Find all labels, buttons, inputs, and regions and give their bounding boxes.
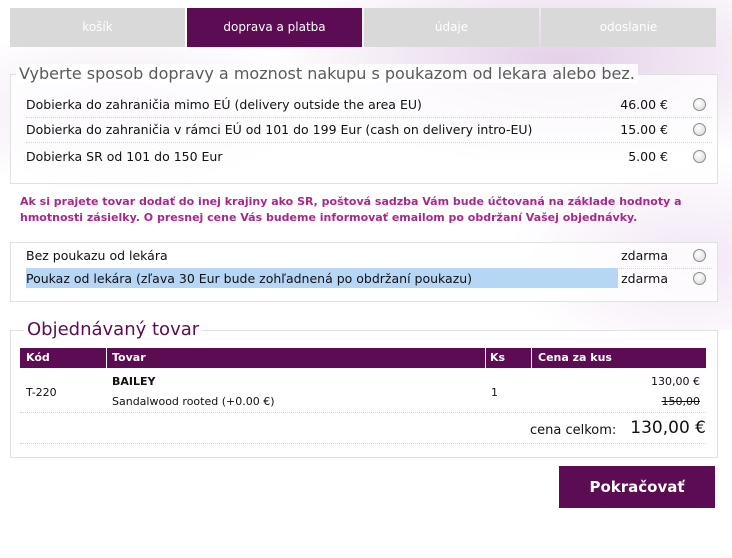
order-item-name: BAILEY: [112, 375, 156, 388]
order-row-divider: [20, 412, 706, 413]
shipping-option-price: 46.00 €: [620, 97, 668, 112]
total-value: 130,00 €: [630, 418, 706, 438]
voucher-option-label: Poukaz od lekára (zľava 30 Eur bude zohľ…: [26, 271, 473, 286]
tab-cart[interactable]: košík: [10, 8, 185, 47]
shipping-radio[interactable]: [693, 123, 706, 136]
shipping-radio[interactable]: [693, 150, 706, 163]
tab-details[interactable]: údaje: [364, 8, 539, 47]
continue-button[interactable]: Pokračovať: [559, 466, 715, 508]
column-header-qty: Ks: [490, 351, 506, 364]
shipping-option-label: Dobierka do zahraničia mimo EÚ (delivery…: [26, 97, 422, 112]
column-header-price: Cena za kus: [538, 351, 612, 364]
voucher-option-price: zdarma: [621, 271, 668, 286]
voucher-option-price: zdarma: [621, 248, 668, 263]
voucher-radio[interactable]: [693, 272, 706, 285]
order-item-variant: Sandalwood rooted (+0.00 €): [112, 395, 275, 408]
order-total-divider: [20, 443, 706, 444]
order-item-code: T-220: [26, 386, 57, 399]
shipping-option-label: Dobierka do zahraničia v rámci EÚ od 101…: [26, 122, 533, 137]
tab-send[interactable]: odoslanie: [541, 8, 716, 47]
voucher-radio[interactable]: [693, 249, 706, 262]
shipping-option-price: 5.00 €: [628, 149, 668, 164]
column-header-item: Tovar: [112, 351, 146, 364]
total-label: cena celkom:: [530, 423, 617, 438]
order-item-qty: 1: [491, 386, 498, 399]
shipping-option[interactable]: Dobierka do zahraničia mimo EÚ (delivery…: [26, 92, 712, 118]
shipping-option-price: 15.00 €: [620, 122, 668, 137]
shipping-note: Ak si prajete tovar dodať do inej krajin…: [20, 195, 682, 224]
tab-shipping-payment[interactable]: doprava a platba: [187, 8, 362, 47]
order-item-price: 130,00 €: [651, 375, 700, 388]
shipping-option[interactable]: Dobierka do zahraničia v rámci EÚ od 101…: [26, 117, 712, 143]
order-table-header: Kód Tovar Ks Cena za kus: [20, 348, 706, 368]
shipping-option-label: Dobierka SR od 101 do 150 Eur: [26, 149, 223, 164]
shipping-option[interactable]: Dobierka SR od 101 do 150 Eur 5.00 €: [26, 144, 712, 169]
column-divider: [485, 348, 486, 368]
column-divider: [106, 348, 107, 368]
shipping-radio[interactable]: [693, 98, 706, 111]
shipping-title: Vyberte sposob dopravy a moznost nakupu …: [16, 64, 638, 83]
checkout-steps: košík doprava a platba údaje odoslanie: [10, 8, 716, 47]
order-title: Objednávaný tovar: [24, 319, 203, 340]
column-header-code: Kód: [26, 351, 50, 364]
voucher-option-label: Bez poukazu od lekára: [26, 248, 168, 263]
column-divider: [531, 348, 532, 368]
voucher-option[interactable]: Poukaz od lekára (zľava 30 Eur bude zohľ…: [26, 266, 712, 291]
order-item-old-price: 150,00: [661, 395, 701, 408]
